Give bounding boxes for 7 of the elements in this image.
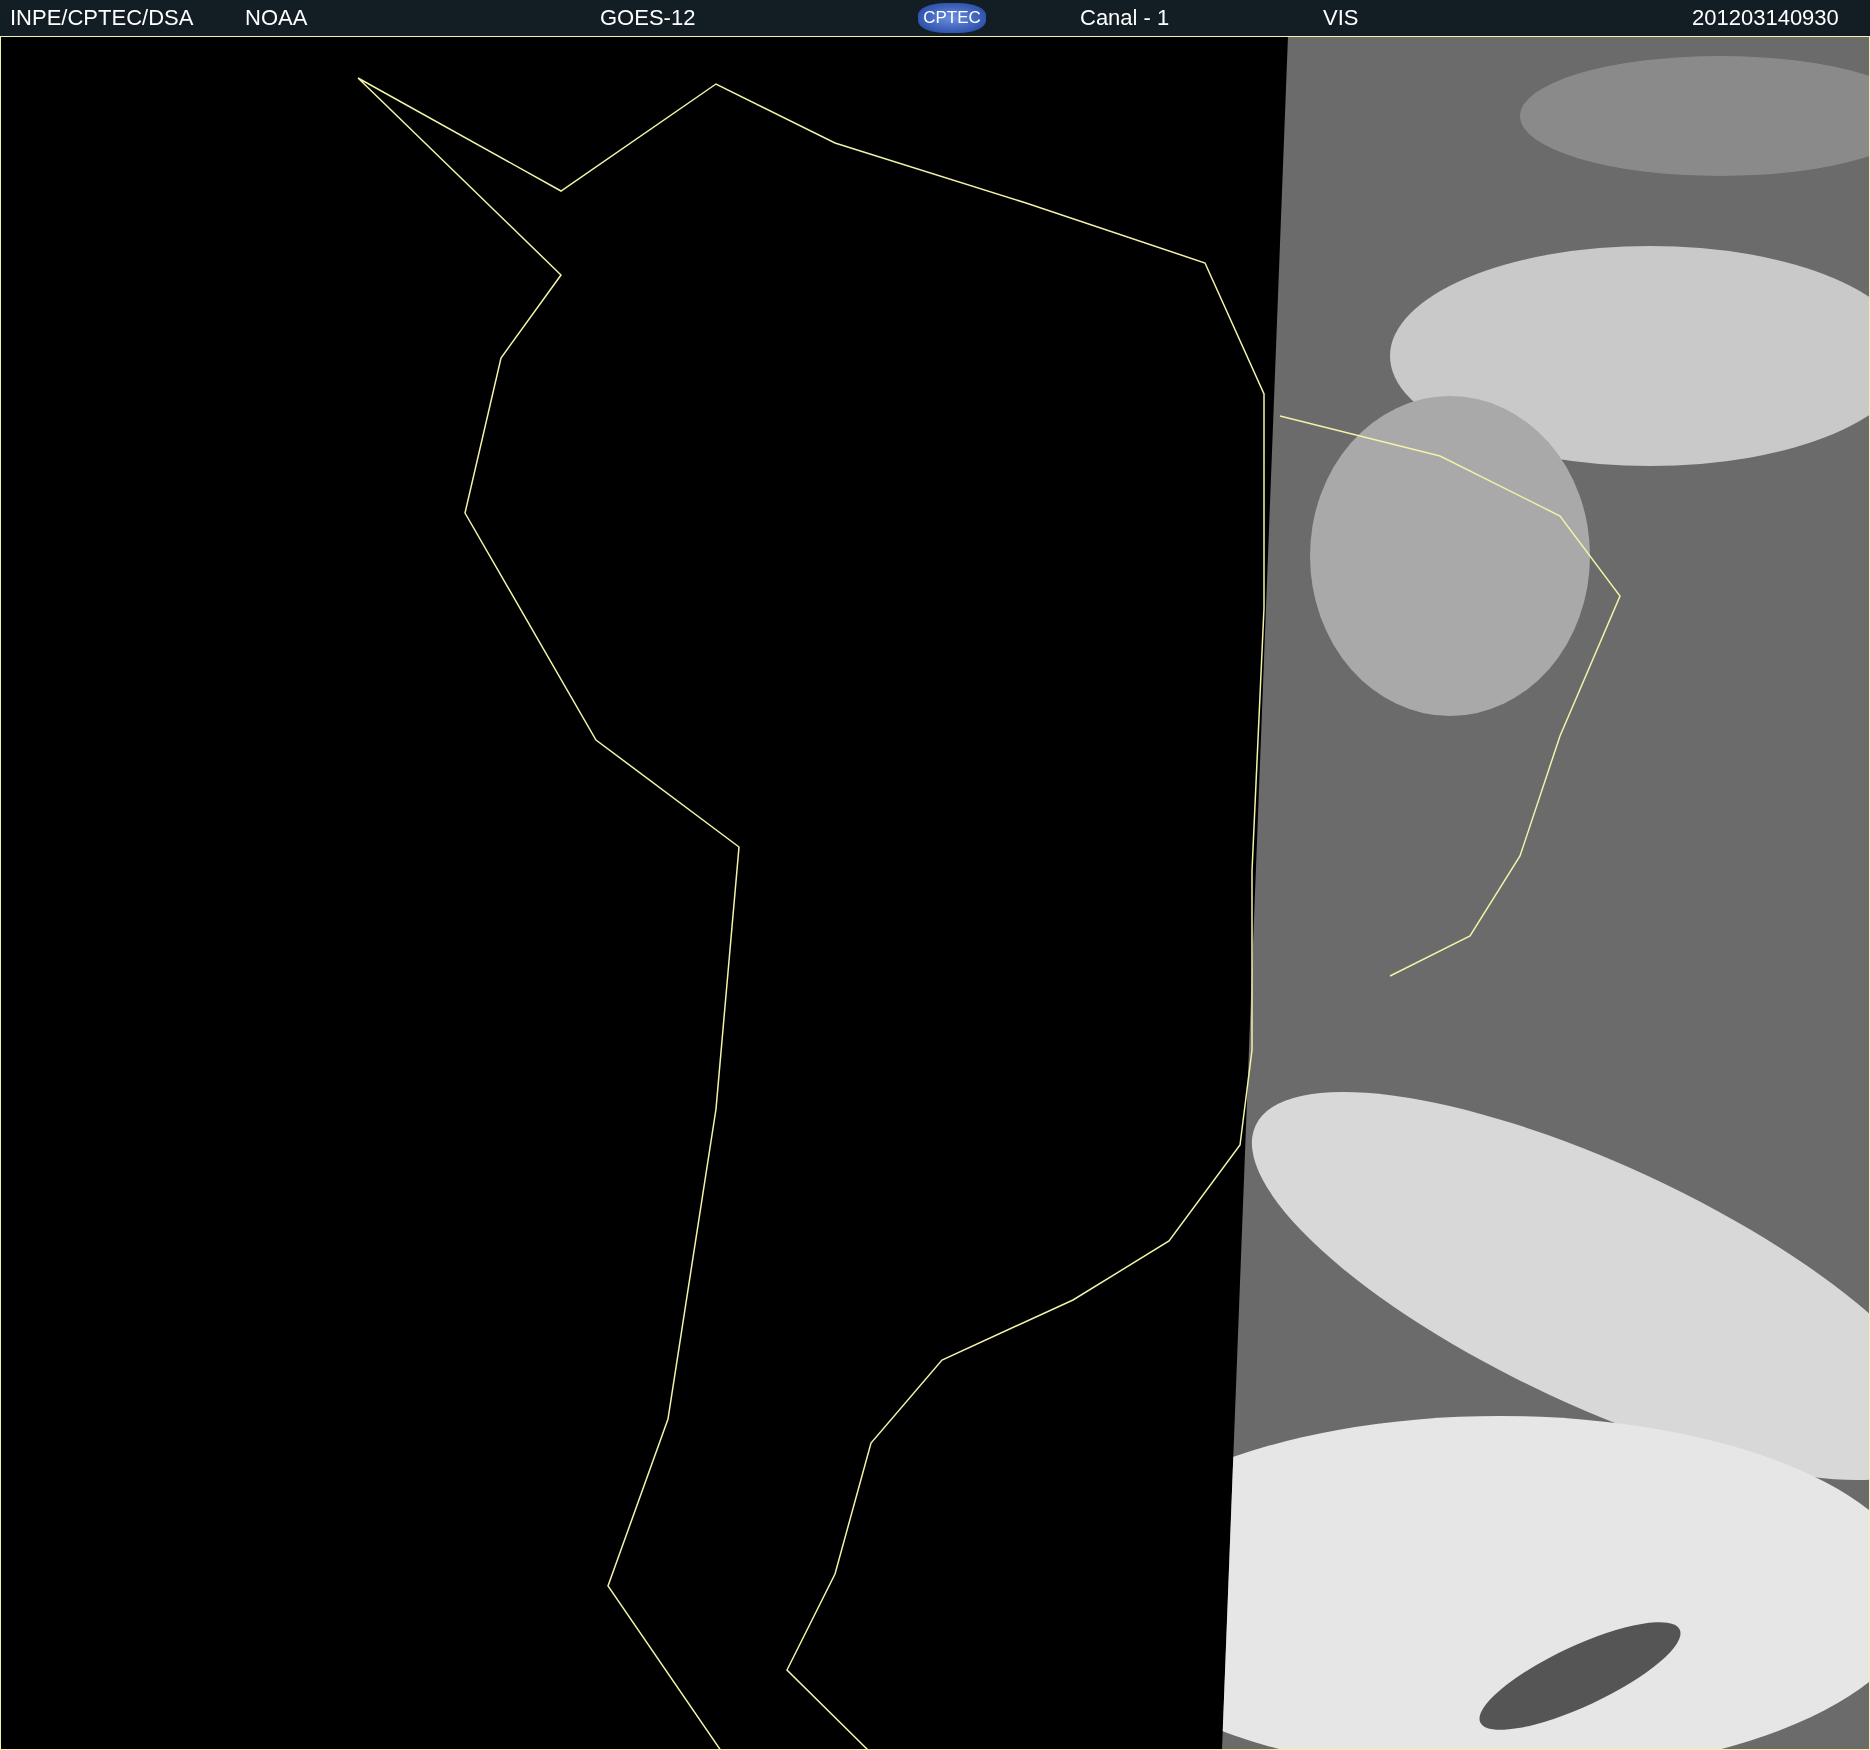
satellite-label: GOES-12 — [600, 5, 696, 31]
logo: CPTEC — [918, 3, 986, 33]
channel-label: Canal - 1 — [1080, 5, 1170, 31]
timestamp-label: 201203140930 — [1692, 5, 1839, 31]
institution-label: INPE/CPTEC/DSA — [10, 5, 194, 31]
band-label: VIS — [1323, 5, 1359, 31]
agency-label: NOAA — [245, 5, 308, 31]
